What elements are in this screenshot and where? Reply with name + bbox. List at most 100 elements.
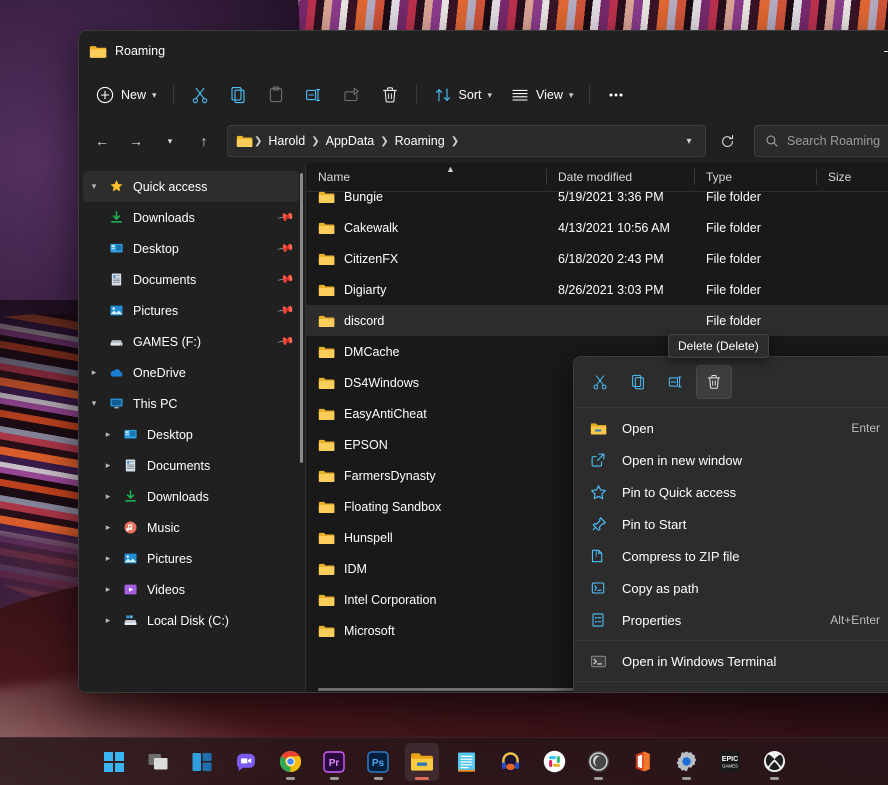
address-bar[interactable]: ❯ Harold ❯ AppData ❯ Roaming ❯ ▾ bbox=[227, 125, 706, 157]
new-button[interactable]: New ▾ bbox=[87, 79, 165, 111]
context-copy-button[interactable] bbox=[620, 365, 656, 399]
xbox-button[interactable] bbox=[757, 743, 791, 781]
sidebar-scrollbar[interactable] bbox=[300, 173, 303, 463]
context-item-pin-to-start[interactable]: Pin to Start bbox=[574, 508, 888, 540]
context-item-compress-to-zip[interactable]: Compress to ZIP file bbox=[574, 540, 888, 572]
rename-button[interactable] bbox=[296, 79, 332, 111]
recent-locations-button[interactable]: ▾ bbox=[155, 126, 185, 156]
context-item-copy-as-path[interactable]: Copy as path bbox=[574, 572, 888, 604]
folder-icon bbox=[318, 594, 335, 606]
chevron-down-icon: ▾ bbox=[152, 89, 157, 100]
search-placeholder: Search Roaming bbox=[787, 134, 881, 148]
chevron-right-icon[interactable]: ▸ bbox=[97, 491, 119, 502]
pin-icon[interactable]: 📌 bbox=[277, 270, 296, 289]
title-bar[interactable]: Roaming bbox=[79, 31, 888, 71]
search-input[interactable]: Search Roaming bbox=[754, 125, 888, 157]
table-row[interactable]: Digiarty 8/26/2021 3:03 PM File folder bbox=[306, 274, 888, 305]
context-item-open-in-windows-terminal[interactable]: Open in Windows Terminal bbox=[574, 645, 888, 677]
folder-icon bbox=[318, 439, 335, 451]
sidebar-item-documents[interactable]: Documents 📌 bbox=[83, 264, 299, 295]
see-more-button[interactable] bbox=[598, 79, 634, 111]
start-button[interactable] bbox=[97, 743, 131, 781]
cut-button[interactable] bbox=[182, 79, 218, 111]
sidebar-item-downloads[interactable]: Downloads 📌 bbox=[83, 202, 299, 233]
up-button[interactable]: ↑ bbox=[189, 126, 219, 156]
sidebar-item-this-pc-music[interactable]: ▸ Music bbox=[83, 512, 299, 543]
chevron-right-icon[interactable]: ▸ bbox=[97, 460, 119, 471]
sidebar-item-desktop[interactable]: Desktop 📌 bbox=[83, 233, 299, 264]
pin-icon[interactable]: 📌 bbox=[277, 332, 296, 351]
chevron-right-icon[interactable]: ▸ bbox=[97, 429, 119, 440]
folder-icon bbox=[318, 563, 335, 575]
breadcrumb-separator: ❯ bbox=[450, 135, 460, 147]
chevron-right-icon[interactable]: ▸ bbox=[83, 367, 105, 378]
chat-button[interactable] bbox=[229, 743, 263, 781]
delete-button[interactable] bbox=[372, 79, 408, 111]
office-button[interactable] bbox=[625, 743, 659, 781]
address-dropdown-icon[interactable]: ▾ bbox=[677, 136, 701, 147]
sidebar-item-this-pc-desktop[interactable]: ▸ Desktop bbox=[83, 419, 299, 450]
context-rename-button[interactable] bbox=[658, 365, 694, 399]
sidebar-item-this-pc[interactable]: ▾ This PC bbox=[83, 388, 299, 419]
share-button bbox=[334, 79, 370, 111]
sidebar-item-this-pc-pictures[interactable]: ▸ Pictures bbox=[83, 543, 299, 574]
chevron-down-icon[interactable]: ▾ bbox=[83, 181, 105, 192]
file-name: DS4Windows bbox=[344, 375, 420, 390]
table-row[interactable]: discord File folder bbox=[306, 305, 888, 336]
photoshop-button[interactable]: Ps bbox=[361, 743, 395, 781]
context-delete-button[interactable] bbox=[696, 365, 732, 399]
settings-button[interactable] bbox=[669, 743, 703, 781]
sidebar-item-onedrive[interactable]: ▸ OneDrive bbox=[83, 357, 299, 388]
breadcrumb-item-roaming[interactable]: Roaming bbox=[390, 131, 450, 151]
epic-games-button[interactable]: EPIC GAMES bbox=[713, 743, 747, 781]
pin-icon[interactable]: 📌 bbox=[277, 301, 296, 320]
sidebar-item-local-disk-c[interactable]: ▸ Local Disk (C:) bbox=[83, 605, 299, 636]
widgets-button[interactable] bbox=[185, 743, 219, 781]
sidebar-item-this-pc-documents[interactable]: ▸ Documents bbox=[83, 450, 299, 481]
folder-icon bbox=[89, 45, 107, 58]
context-item-pin-to-quick-access[interactable]: Pin to Quick access bbox=[574, 476, 888, 508]
sidebar-item-this-pc-videos[interactable]: ▸ Videos bbox=[83, 574, 299, 605]
sidebar-item-this-pc-downloads[interactable]: ▸ Downloads bbox=[83, 481, 299, 512]
pin-icon[interactable]: 📌 bbox=[277, 208, 296, 227]
minimize-button[interactable] bbox=[866, 31, 888, 71]
table-row[interactable]: Bungie 5/19/2021 3:36 PM File folder bbox=[306, 181, 888, 212]
sidebar-item-quick-access[interactable]: ▾ Quick access bbox=[83, 171, 299, 202]
context-menu-toolbar bbox=[574, 357, 888, 407]
back-button[interactable]: ← bbox=[87, 126, 117, 156]
task-view-button[interactable] bbox=[141, 743, 175, 781]
file-explorer-button[interactable] bbox=[405, 742, 439, 781]
notepad-button[interactable] bbox=[449, 743, 483, 781]
breadcrumb-item-appdata[interactable]: AppData bbox=[321, 131, 380, 151]
chevron-right-icon[interactable]: ▸ bbox=[97, 522, 119, 533]
context-item-properties[interactable]: Properties Alt+Enter bbox=[574, 604, 888, 636]
terminal-icon bbox=[588, 651, 608, 671]
chevron-right-icon[interactable]: ▸ bbox=[97, 584, 119, 595]
refresh-button[interactable] bbox=[712, 126, 742, 156]
view-button[interactable]: View ▾ bbox=[502, 79, 581, 111]
table-row[interactable]: Cakewalk 4/13/2021 10:56 AM File folder bbox=[306, 212, 888, 243]
copy-button[interactable] bbox=[220, 79, 256, 111]
context-item-open-in-new-window[interactable]: Open in new window bbox=[574, 444, 888, 476]
chevron-down-icon[interactable]: ▾ bbox=[83, 398, 105, 409]
table-row[interactable]: CitizenFX 6/18/2020 2:43 PM File folder bbox=[306, 243, 888, 274]
folder-icon bbox=[318, 284, 335, 296]
context-item-show-more-options[interactable]: Show more options Shift+F10 bbox=[574, 686, 888, 692]
chevron-right-icon[interactable]: ▸ bbox=[97, 553, 119, 564]
sidebar-item-games-f[interactable]: GAMES (F:) 📌 bbox=[83, 326, 299, 357]
context-cut-button[interactable] bbox=[582, 365, 618, 399]
chrome-button[interactable] bbox=[273, 743, 307, 781]
audio-app-button[interactable] bbox=[493, 743, 527, 781]
chevron-down-icon: ▾ bbox=[487, 89, 493, 100]
premiere-pro-button[interactable]: Pr bbox=[317, 743, 351, 781]
chevron-right-icon[interactable]: ▸ bbox=[97, 615, 119, 626]
slack-button[interactable] bbox=[537, 743, 571, 781]
forward-button[interactable]: → bbox=[121, 126, 151, 156]
obs-button[interactable] bbox=[581, 743, 615, 781]
breadcrumb-item-harold[interactable]: Harold bbox=[263, 131, 310, 151]
sidebar-item-pictures[interactable]: Pictures 📌 bbox=[83, 295, 299, 326]
sort-button[interactable]: Sort ▾ bbox=[425, 79, 500, 111]
file-name: Cakewalk bbox=[344, 220, 399, 235]
context-item-open[interactable]: Open Enter bbox=[574, 412, 888, 444]
pin-icon[interactable]: 📌 bbox=[277, 239, 296, 258]
